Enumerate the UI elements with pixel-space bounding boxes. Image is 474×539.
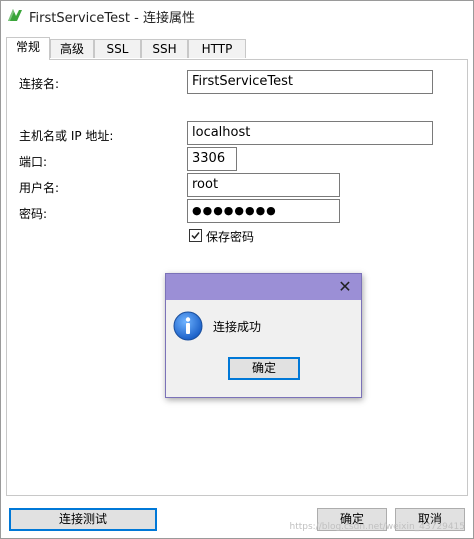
tab-general[interactable]: 常规	[6, 37, 50, 60]
title-bar: FirstServiceTest - 连接属性	[1, 1, 473, 31]
watermark: https://blog.csdn.net/weixin_43729415	[289, 522, 465, 532]
host-input[interactable]: localhost	[187, 121, 433, 145]
connection-name-input[interactable]: FirstServiceTest	[187, 70, 433, 94]
tab-ssh[interactable]: SSH	[141, 39, 188, 58]
username-label: 用户名:	[19, 181, 60, 195]
port-label: 端口:	[19, 155, 48, 169]
password-label: 密码:	[19, 207, 48, 221]
host-label: 主机名或 IP 地址:	[19, 129, 114, 143]
navicat-icon	[7, 7, 23, 23]
port-input[interactable]: 3306	[187, 147, 237, 171]
save-password-label[interactable]: 保存密码	[206, 228, 254, 245]
close-icon[interactable]: ✕	[329, 274, 361, 300]
save-password-checkbox[interactable]	[189, 229, 202, 242]
info-icon	[173, 311, 203, 341]
connection-properties-window: FirstServiceTest - 连接属性 常规 高级 SSL SSH HT…	[0, 0, 474, 539]
dialog-message: 连接成功	[213, 320, 262, 334]
dialog-title-bar: ✕	[166, 274, 361, 300]
connection-name-label: 连接名:	[19, 77, 60, 91]
dialog-body: 连接成功 确定	[166, 300, 361, 397]
window-title: FirstServiceTest - 连接属性	[29, 11, 195, 26]
tab-http[interactable]: HTTP	[188, 39, 246, 58]
tab-advanced[interactable]: 高级	[50, 39, 94, 58]
dialog-ok-button[interactable]: 确定	[228, 357, 300, 380]
test-connection-button[interactable]: 连接测试	[9, 508, 157, 531]
tab-ssl[interactable]: SSL	[94, 39, 141, 58]
username-input[interactable]: root	[187, 173, 340, 197]
connection-success-dialog: ✕ 连接成功 确定	[165, 273, 362, 398]
password-input[interactable]: ●●●●●●●●	[187, 199, 340, 223]
